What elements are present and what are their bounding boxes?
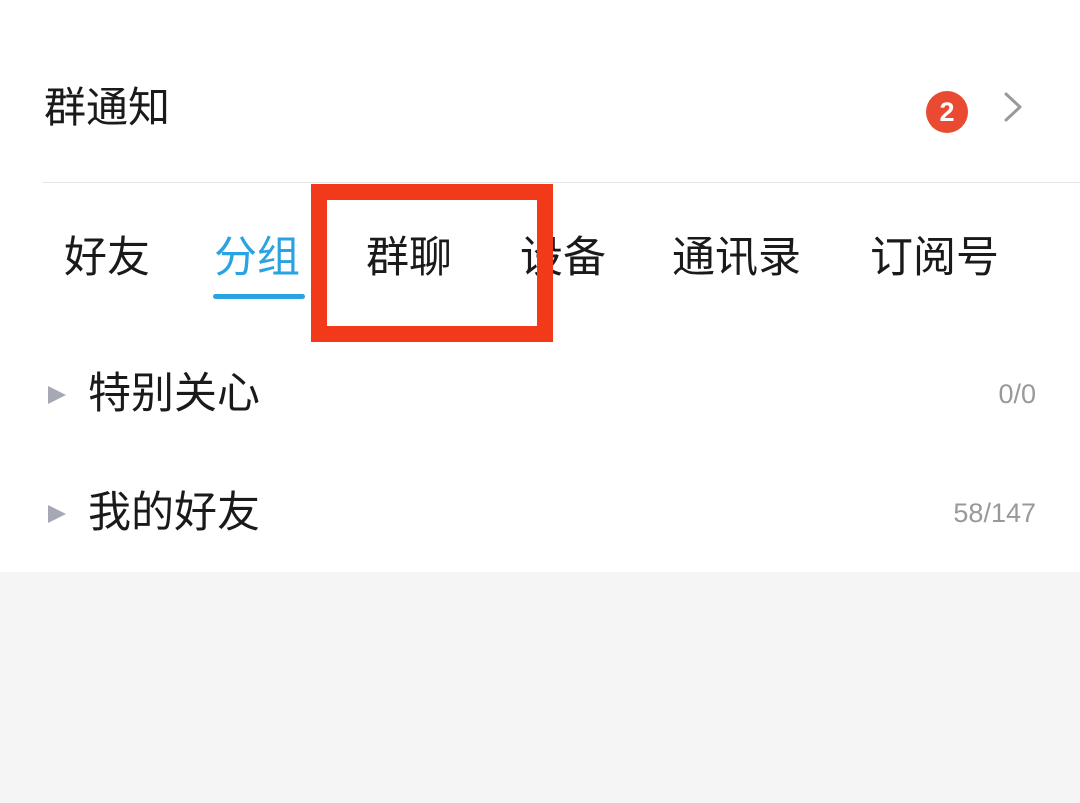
group-row-my-friends[interactable]: 我的好友 58/147 (0, 459, 1080, 569)
tab-address-book[interactable]: 通讯录 (672, 227, 801, 289)
expand-triangle-icon (48, 505, 66, 523)
contact-tabs: 好友 分组 群聊 设备 通讯录 订阅号 (0, 183, 1080, 313)
group-name: 特别关心 (88, 369, 260, 419)
contacts-panel: 群通知 2 好友 分组 群聊 设备 通讯录 订阅号 特别关心 0/0 我的好友 … (0, 0, 1080, 572)
group-notice-row[interactable]: 群通知 2 (0, 0, 1080, 182)
chevron-right-icon (1004, 92, 1022, 122)
empty-area (0, 572, 1080, 803)
tab-groups[interactable]: 分组 (214, 227, 300, 289)
expand-triangle-icon (48, 386, 66, 404)
group-count: 0/0 (998, 379, 1036, 409)
tab-group-chats[interactable]: 群聊 (366, 227, 452, 289)
unread-badge: 2 (926, 91, 968, 133)
tab-subscriptions[interactable]: 订阅号 (870, 227, 999, 289)
group-name: 我的好友 (88, 488, 260, 538)
group-notice-title: 群通知 (44, 83, 171, 132)
group-row-special-care[interactable]: 特别关心 0/0 (0, 339, 1080, 449)
group-count: 58/147 (953, 498, 1036, 528)
active-tab-indicator (213, 294, 305, 299)
tab-friends[interactable]: 好友 (64, 227, 150, 289)
tab-devices[interactable]: 设备 (520, 227, 606, 289)
